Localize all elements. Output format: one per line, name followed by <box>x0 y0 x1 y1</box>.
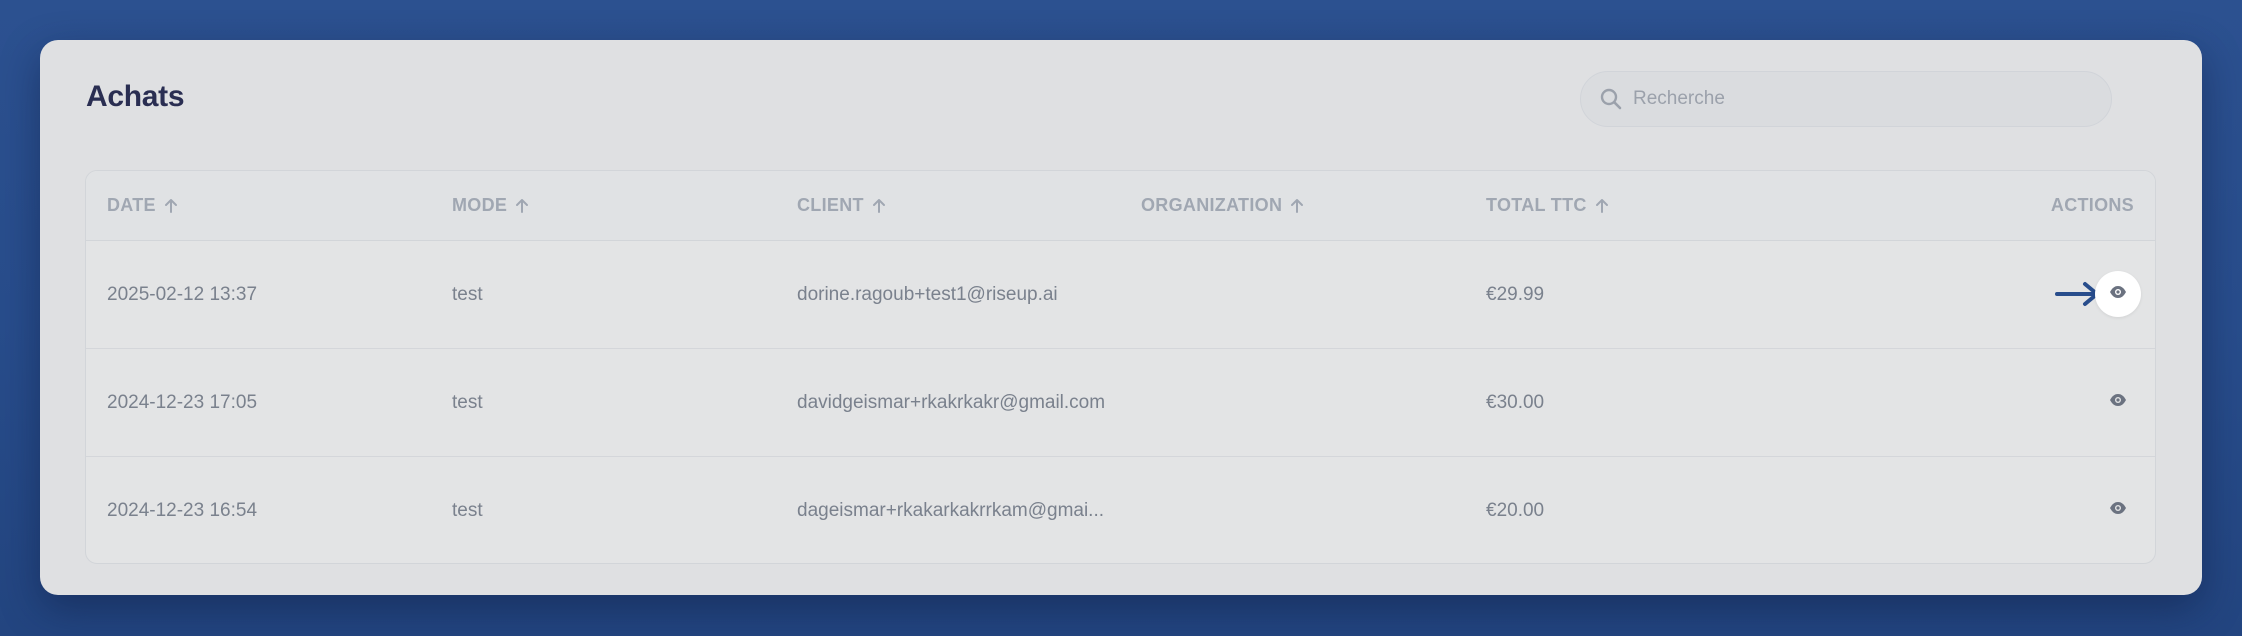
sort-arrow-up-icon <box>872 198 886 214</box>
table-header: DATE MODE CLIENT ORGANIZATION TOTAL TTC … <box>86 171 2155 241</box>
cell-total-ttc: €30.00 <box>1486 391 1545 413</box>
view-button[interactable] <box>2095 271 2141 317</box>
column-header-mode[interactable]: MODE <box>452 171 529 240</box>
search-input[interactable] <box>1631 78 2075 120</box>
cell-date: 2025-02-12 13:37 <box>107 283 258 305</box>
purchases-table: DATE MODE CLIENT ORGANIZATION TOTAL TTC … <box>85 170 2156 564</box>
table-row: 2024-12-23 17:05 test davidgeismar+rkakr… <box>86 349 2155 457</box>
sort-arrow-up-icon <box>1290 198 1304 214</box>
column-header-organization[interactable]: ORGANIZATION <box>1141 171 1304 240</box>
column-header-label: CLIENT <box>797 195 864 215</box>
search-icon <box>1597 85 1625 113</box>
eye-icon <box>2109 501 2127 520</box>
cell-mode: test <box>452 391 483 413</box>
cell-mode: test <box>452 283 483 305</box>
sort-arrow-up-icon <box>164 198 178 214</box>
column-header-label: MODE <box>452 195 508 215</box>
column-header-label: DATE <box>107 195 156 215</box>
sort-arrow-up-icon <box>1595 198 1609 214</box>
cell-date: 2024-12-23 17:05 <box>107 391 258 413</box>
cell-date: 2024-12-23 16:54 <box>107 499 258 521</box>
column-header-actions: ACTIONS <box>2051 171 2134 240</box>
cell-client: davidgeismar+rkakrkakr@gmail.com <box>797 391 1106 413</box>
sort-arrow-up-icon <box>515 198 529 214</box>
table-row: 2024-12-23 16:54 test dageismar+rkakarka… <box>86 457 2155 563</box>
cell-total-ttc: €20.00 <box>1486 499 1545 521</box>
column-header-label: ACTIONS <box>2050 195 2134 215</box>
column-header-label: ORGANIZATION <box>1141 195 1283 215</box>
column-header-total-ttc[interactable]: TOTAL TTC <box>1486 171 1609 240</box>
column-header-client[interactable]: CLIENT <box>797 171 886 240</box>
view-button[interactable] <box>2095 379 2141 425</box>
cell-total-ttc: €29.99 <box>1486 283 1545 305</box>
eye-icon <box>2109 285 2127 304</box>
cell-client: dorine.ragoub+test1@riseup.ai <box>797 283 1058 305</box>
search-box[interactable] <box>1580 71 2112 127</box>
table-row: 2025-02-12 13:37 test dorine.ragoub+test… <box>86 241 2155 349</box>
column-header-label: TOTAL TTC <box>1486 195 1587 215</box>
page-title: Achats <box>86 80 185 113</box>
purchases-card: Achats DATE MODE CLI <box>40 40 2202 595</box>
cell-mode: test <box>452 499 483 521</box>
view-button[interactable] <box>2095 487 2141 533</box>
eye-icon <box>2109 393 2127 412</box>
column-header-date[interactable]: DATE <box>107 171 178 240</box>
cell-client: dageismar+rkakarkakrrkam@gmai... <box>797 499 1105 521</box>
